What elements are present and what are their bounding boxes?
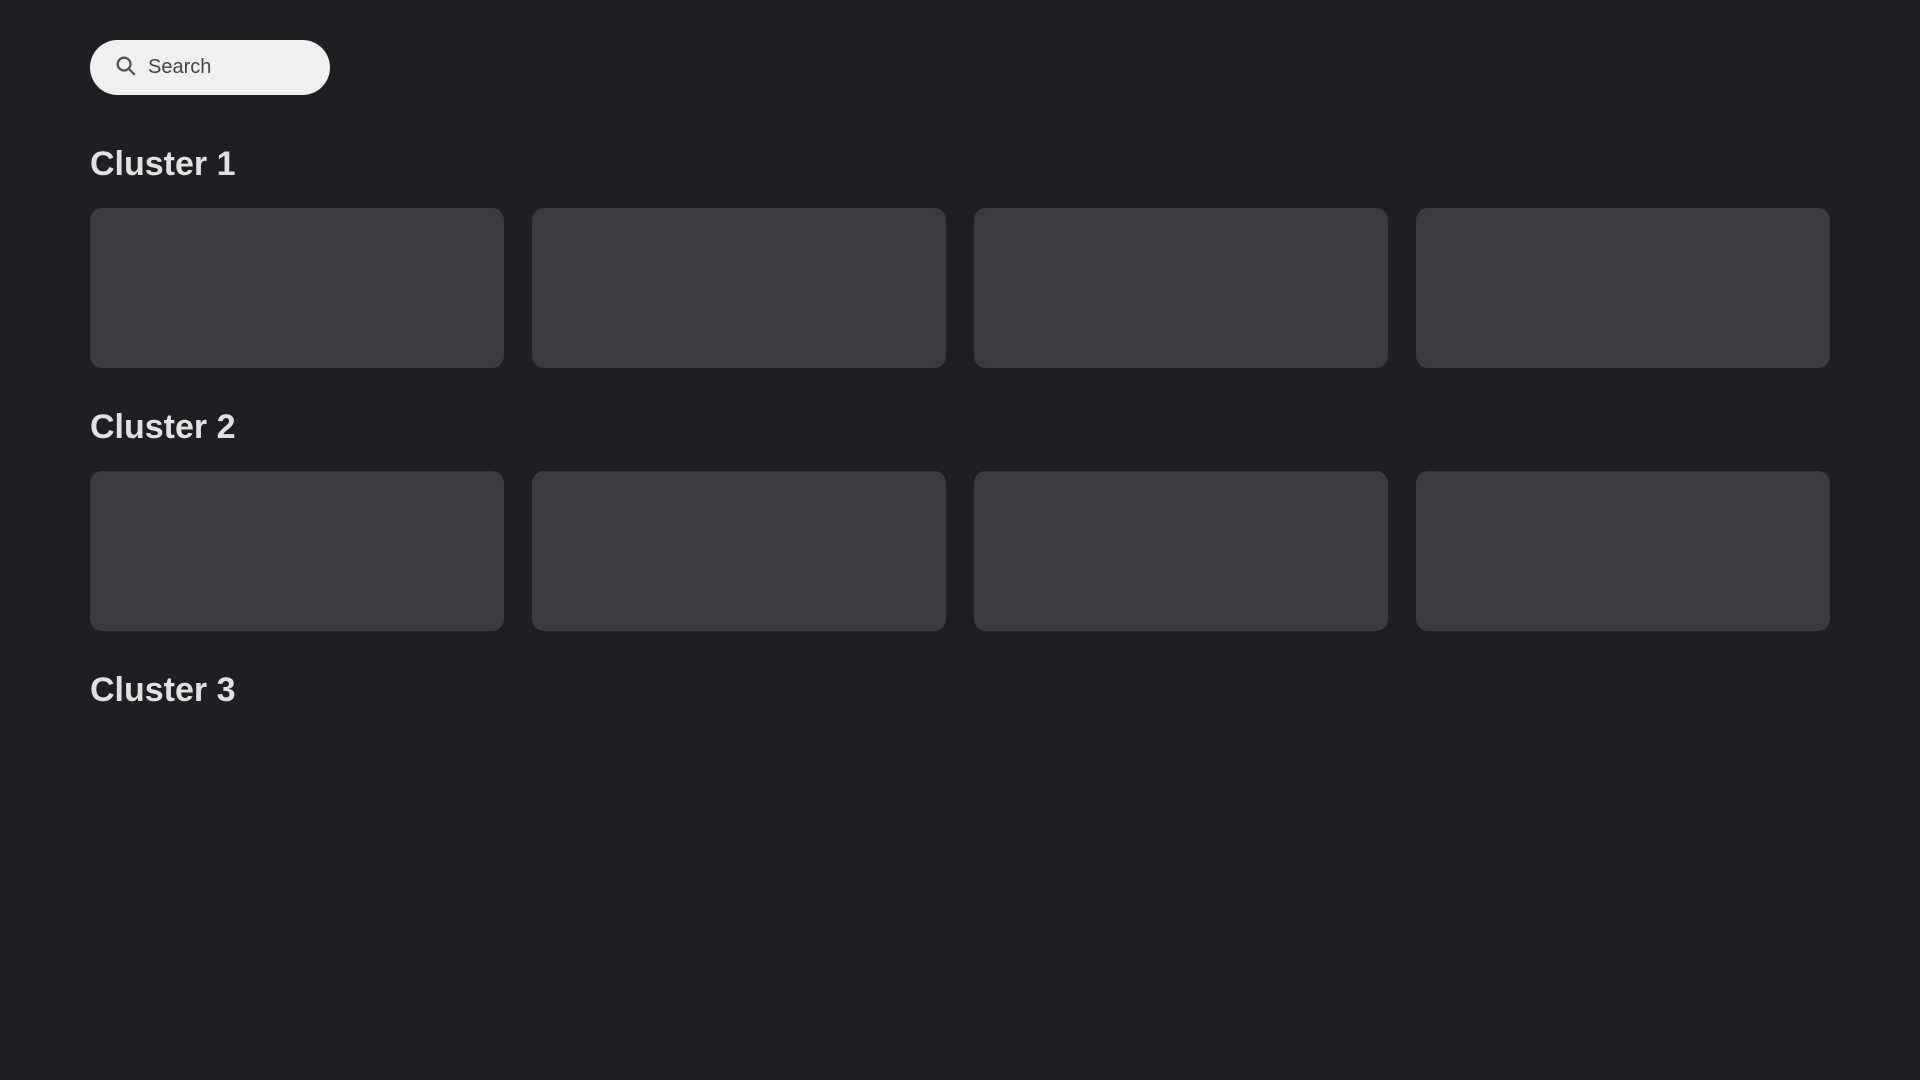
cluster-3-section: Cluster 3 (90, 671, 1830, 710)
cluster-2-title: Cluster 2 (90, 408, 1830, 447)
search-bar[interactable]: Search (90, 40, 330, 95)
cluster-1-card-4[interactable] (1416, 208, 1830, 368)
cluster-2-card-2[interactable] (532, 471, 946, 631)
cluster-2-section: Cluster 2 (90, 408, 1830, 631)
cluster-1-card-2[interactable] (532, 208, 946, 368)
cluster-2-card-1[interactable] (90, 471, 504, 631)
cluster-1-section: Cluster 1 (90, 145, 1830, 368)
cluster-1-grid (90, 208, 1830, 368)
cluster-1-card-3[interactable] (974, 208, 1388, 368)
search-icon (114, 54, 136, 81)
cluster-2-card-3[interactable] (974, 471, 1388, 631)
search-label: Search (148, 56, 211, 79)
cluster-1-card-1[interactable] (90, 208, 504, 368)
cluster-2-grid (90, 471, 1830, 631)
page-container: Search Cluster 1 Cluster 2 Cluster 3 (0, 0, 1920, 790)
cluster-2-card-4[interactable] (1416, 471, 1830, 631)
cluster-1-title: Cluster 1 (90, 145, 1830, 184)
cluster-3-title: Cluster 3 (90, 671, 1830, 710)
